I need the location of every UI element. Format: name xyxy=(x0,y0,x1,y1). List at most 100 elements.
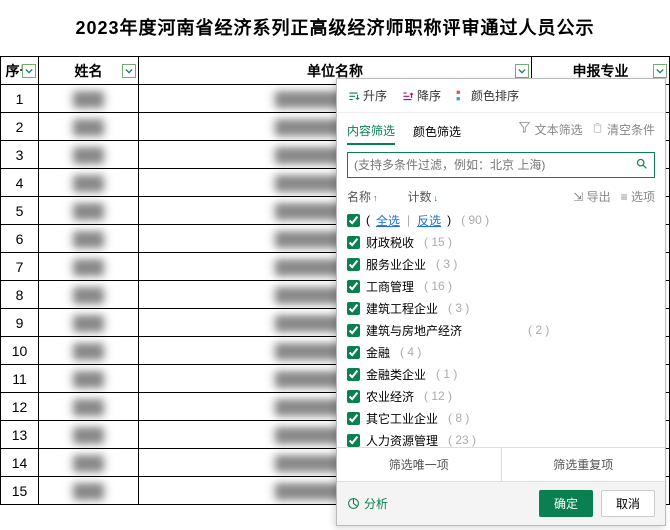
analyze-button[interactable]: 分析 xyxy=(347,495,388,512)
checkbox[interactable] xyxy=(347,324,360,337)
list-item[interactable]: 农业经济 ( 12 ) xyxy=(347,385,655,407)
header-unit-label: 单位名称 xyxy=(307,63,363,79)
list-item[interactable]: 其它工业企业 ( 8 ) xyxy=(347,407,655,429)
item-label: 建筑工程企业 xyxy=(366,300,438,317)
item-label: 农业经济 xyxy=(366,388,414,405)
list-item[interactable]: 服务业企业 ( 3 ) xyxy=(347,253,655,275)
checkbox[interactable] xyxy=(347,434,360,447)
filter-panel: 升序 降序 颜色排序 内容筛选 颜色筛选 文本筛选 清空条件 名称↑ 计数↓ ⇲… xyxy=(336,78,666,526)
cell-seq: 9 xyxy=(1,309,39,337)
cell-name: ███ xyxy=(39,449,139,477)
search-icon[interactable] xyxy=(635,157,648,173)
cell-seq: 6 xyxy=(1,225,39,253)
dropdown-icon[interactable] xyxy=(515,64,529,78)
arrow-up-icon: ↑ xyxy=(373,193,378,203)
checkbox[interactable] xyxy=(347,280,360,293)
clear-filter[interactable]: 清空条件 xyxy=(591,121,655,142)
checkbox[interactable] xyxy=(347,412,360,425)
item-label: 金融 xyxy=(366,344,390,361)
cell-name: ███ xyxy=(39,253,139,281)
sort-asc[interactable]: 升序 xyxy=(347,87,387,104)
list-item[interactable]: 财政税收 ( 15 ) xyxy=(347,231,655,253)
footer-row: 分析 确定 取消 xyxy=(337,481,665,525)
list-item[interactable]: 建筑工程企业 ( 3 ) xyxy=(347,297,655,319)
checkbox[interactable] xyxy=(347,258,360,271)
sort-desc-label: 降序 xyxy=(417,87,441,104)
arrow-down-icon: ↓ xyxy=(434,193,439,203)
select-all-link[interactable]: 全选 xyxy=(376,212,400,229)
total-count: ( 90 ) xyxy=(461,213,489,227)
item-count: ( 3 ) xyxy=(448,301,469,315)
header-seq[interactable]: 序号 xyxy=(1,57,39,85)
item-label: 服务业企业 xyxy=(366,256,426,273)
cell-name: ███ xyxy=(39,169,139,197)
dropdown-icon[interactable] xyxy=(122,64,136,78)
page-title: 2023年度河南省经济系列正高级经济师职称评审通过人员公示 xyxy=(0,0,670,56)
item-label: 人力资源管理 xyxy=(366,432,438,448)
dropdown-icon[interactable] xyxy=(22,64,36,78)
head-count[interactable]: 计数↓ xyxy=(408,188,439,205)
cell-seq: 3 xyxy=(1,141,39,169)
filter-dup[interactable]: 筛选重复项 xyxy=(502,448,666,481)
sort-color[interactable]: 颜色排序 xyxy=(455,87,519,104)
list-item[interactable]: 建筑与房地产经济 ( 2 ) xyxy=(347,319,655,341)
head-name-label: 名称 xyxy=(347,190,371,204)
item-label: 其它工业企业 xyxy=(366,410,438,427)
cell-seq: 4 xyxy=(1,169,39,197)
options-button[interactable]: ≡ 选项 xyxy=(621,188,655,205)
cell-seq: 1 xyxy=(1,85,39,113)
tab-content[interactable]: 内容筛选 xyxy=(347,122,395,145)
invert-link[interactable]: 反选 xyxy=(417,212,441,229)
item-label: 金融类企业 xyxy=(366,366,426,383)
header-name[interactable]: 姓名 xyxy=(39,57,139,85)
sort-desc[interactable]: 降序 xyxy=(401,87,441,104)
header-name-label: 姓名 xyxy=(75,63,103,79)
checkbox[interactable] xyxy=(347,302,360,315)
sort-asc-label: 升序 xyxy=(363,87,387,104)
cell-seq: 15 xyxy=(1,477,39,505)
list-item[interactable]: 金融( 4 ) xyxy=(347,341,655,363)
filter-list: (全选|反选)( 90 ) 财政税收 ( 15 ) 服务业企业 ( 3 ) 工商管理( 1… xyxy=(337,209,665,447)
tab-text-label: 文本筛选 xyxy=(535,123,583,141)
ok-button[interactable]: 确定 xyxy=(539,490,593,517)
checkbox[interactable] xyxy=(347,236,360,249)
cell-name: ███ xyxy=(39,309,139,337)
item-count: ( 12 ) xyxy=(424,389,452,403)
head-name[interactable]: 名称↑ xyxy=(347,188,378,205)
cell-seq: 5 xyxy=(1,197,39,225)
cell-name: ███ xyxy=(39,141,139,169)
list-item[interactable]: 人力资源管理 ( 23 ) xyxy=(347,429,655,447)
cell-seq: 14 xyxy=(1,449,39,477)
cancel-button[interactable]: 取消 xyxy=(601,490,655,517)
filter-unique[interactable]: 筛选唯一项 xyxy=(337,448,502,481)
item-count: ( 15 ) xyxy=(424,235,452,249)
item-count: ( 8 ) xyxy=(448,411,469,425)
cell-name: ███ xyxy=(39,113,139,141)
item-label: 财政税收 xyxy=(366,234,414,251)
item-count: ( 1 ) xyxy=(436,367,457,381)
list-item[interactable]: 工商管理( 16 ) xyxy=(347,275,655,297)
item-label: 建筑与房地产经济 xyxy=(366,322,462,339)
cell-seq: 10 xyxy=(1,337,39,365)
cell-seq: 11 xyxy=(1,365,39,393)
checkbox[interactable] xyxy=(347,346,360,359)
export-button[interactable]: ⇲ 导出 xyxy=(573,188,610,205)
head-count-label: 计数 xyxy=(408,190,432,204)
item-count: ( 23 ) xyxy=(448,433,476,447)
search-input[interactable] xyxy=(354,158,635,172)
cell-name: ███ xyxy=(39,337,139,365)
item-count: ( 3 ) xyxy=(436,257,457,271)
dropdown-icon[interactable] xyxy=(653,64,667,78)
cell-name: ███ xyxy=(39,421,139,449)
list-item-all[interactable]: (全选|反选)( 90 ) xyxy=(347,209,655,231)
tab-text[interactable]: 文本筛选 xyxy=(518,121,582,142)
checkbox[interactable] xyxy=(347,390,360,403)
tab-color[interactable]: 颜色筛选 xyxy=(413,123,461,144)
checkbox[interactable] xyxy=(347,368,360,381)
checkbox[interactable] xyxy=(347,214,360,227)
analyze-label: 分析 xyxy=(364,495,388,512)
tabs-row: 内容筛选 颜色筛选 文本筛选 清空条件 xyxy=(337,113,665,146)
item-count: ( 2 ) xyxy=(528,323,549,337)
header-major-label: 申报专业 xyxy=(573,63,629,79)
list-item[interactable]: 金融类企业 ( 1 ) xyxy=(347,363,655,385)
